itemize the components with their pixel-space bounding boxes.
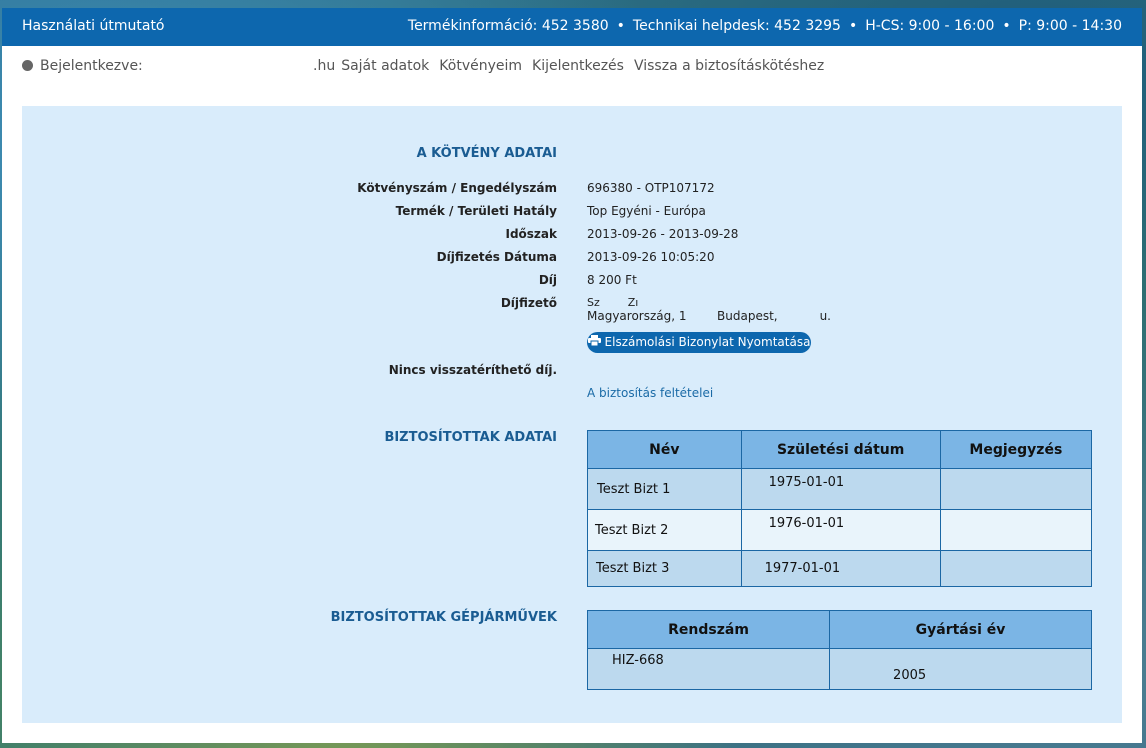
product-info: Termékinformáció: 452 3580 xyxy=(407,18,609,34)
policy-section-title: A KÖTVÉNY ADATAI xyxy=(416,146,557,161)
col-year-header: Gyártási év xyxy=(829,610,1092,649)
nav-back-to-insurance[interactable]: Vissza a biztosításkötéshez xyxy=(634,58,824,74)
hours-weekdays: H-CS: 9:00 - 16:00 xyxy=(865,18,995,34)
print-receipt-label: Elszámolási Bizonylat Nyomtatása xyxy=(604,335,811,349)
domain-text: .hu xyxy=(313,58,336,74)
payment-date-value: 2013-09-26 10:05:20 xyxy=(587,250,715,264)
insured-table: Név Születési dátum Megjegyzés Teszt Biz… xyxy=(587,430,1093,587)
vehicle-plate: HIZ-668 xyxy=(586,648,831,690)
insured-birthdate: 1976-01-01 xyxy=(740,509,941,551)
vehicles-section-title: BIZTOSÍTOTTAK GÉPJÁRMŰVEK xyxy=(330,610,557,625)
payer-label: Díjfizető xyxy=(500,296,557,310)
no-refund-text: Nincs visszatéríthető díj. xyxy=(388,363,557,377)
contact-info: Termékinformáció: 452 3580 • Technikai hel… xyxy=(407,18,1122,34)
fee-label: Díj xyxy=(538,273,557,287)
nav-my-data[interactable]: Saját adatok xyxy=(341,58,429,74)
nav-my-policies[interactable]: Kötvényeim xyxy=(439,58,522,74)
app-window: Használati útmutató Termékinformáció: 45… xyxy=(2,8,1142,743)
insured-note xyxy=(939,550,1093,587)
insured-name: Teszt Bizt 3 xyxy=(587,550,742,587)
insured-note xyxy=(939,509,1093,551)
vehicle-year: 2005 xyxy=(829,648,1092,690)
content-panel: A KÖTVÉNY ADATAI Kötvényszám / Engedélys… xyxy=(22,106,1122,723)
insured-name: Teszt Bizt 2 xyxy=(587,509,742,551)
print-receipt-button[interactable]: Elszámolási Bizonylat Nyomtatása xyxy=(587,332,811,353)
policy-number-value: 696380 - OTP107172 xyxy=(587,181,715,195)
table-row: Teszt Bizt 2 1976-01-01 xyxy=(587,509,1093,551)
user-nav: Bejelentkezve: .hu Saját adatok Kötvényeim… xyxy=(22,58,824,74)
col-plate-header: Rendszám xyxy=(586,610,831,649)
product-value: Top Egyéni - Európa xyxy=(587,204,706,218)
insured-birthdate: 1975-01-01 xyxy=(740,468,941,510)
table-row: Teszt Bizt 1 1975-01-01 xyxy=(587,468,1093,510)
insured-birthdate: 1977-01-01 xyxy=(740,550,941,587)
status-dot-icon xyxy=(22,60,33,71)
fee-value: 8 200 Ft xyxy=(587,273,637,287)
payer-address: Magyarország, 1 Budapest, u. xyxy=(587,309,831,323)
helpdesk-info: Technikai helpdesk: 452 3295 xyxy=(632,18,841,34)
col-name-header: Név xyxy=(587,430,742,469)
col-birthdate-header: Születési dátum xyxy=(740,430,941,469)
insured-section-title: BIZTOSÍTOTTAK ADATAI xyxy=(384,430,557,445)
user-guide-link[interactable]: Használati útmutató xyxy=(22,18,165,34)
logged-in-label: Bejelentkezve: xyxy=(40,58,143,74)
printer-icon xyxy=(587,332,601,353)
nav-logout[interactable]: Kijelentkezés xyxy=(532,58,624,74)
product-label: Termék / Területi Hatály xyxy=(395,204,557,218)
payer-name: Sz Zı xyxy=(587,296,639,309)
user-links: .hu Saját adatok Kötvényeim Kijelentkezés Vi… xyxy=(313,58,834,74)
table-row: HIZ-668 2005 xyxy=(586,648,1092,690)
vehicles-table: Rendszám Gyártási év HIZ-668 2005 xyxy=(586,610,1092,690)
insured-note xyxy=(939,468,1093,510)
table-header-row: Rendszám Gyártási év xyxy=(586,610,1092,649)
insured-name: Teszt Bizt 1 xyxy=(587,468,742,510)
table-header-row: Név Születési dátum Megjegyzés xyxy=(587,430,1093,469)
terms-link[interactable]: A biztosítás feltételei xyxy=(587,386,713,400)
period-label: Időszak xyxy=(505,227,557,241)
period-value: 2013-09-26 - 2013-09-28 xyxy=(587,227,739,241)
hours-friday: P: 9:00 - 14:30 xyxy=(1018,18,1122,34)
col-note-header: Megjegyzés xyxy=(939,430,1093,469)
policy-number-label: Kötvényszám / Engedélyszám xyxy=(357,181,557,195)
top-bar: Használati útmutató Termékinformáció: 45… xyxy=(2,8,1142,46)
table-row: Teszt Bizt 3 1977-01-01 xyxy=(587,550,1093,587)
payment-date-label: Díjfizetés Dátuma xyxy=(436,250,557,264)
